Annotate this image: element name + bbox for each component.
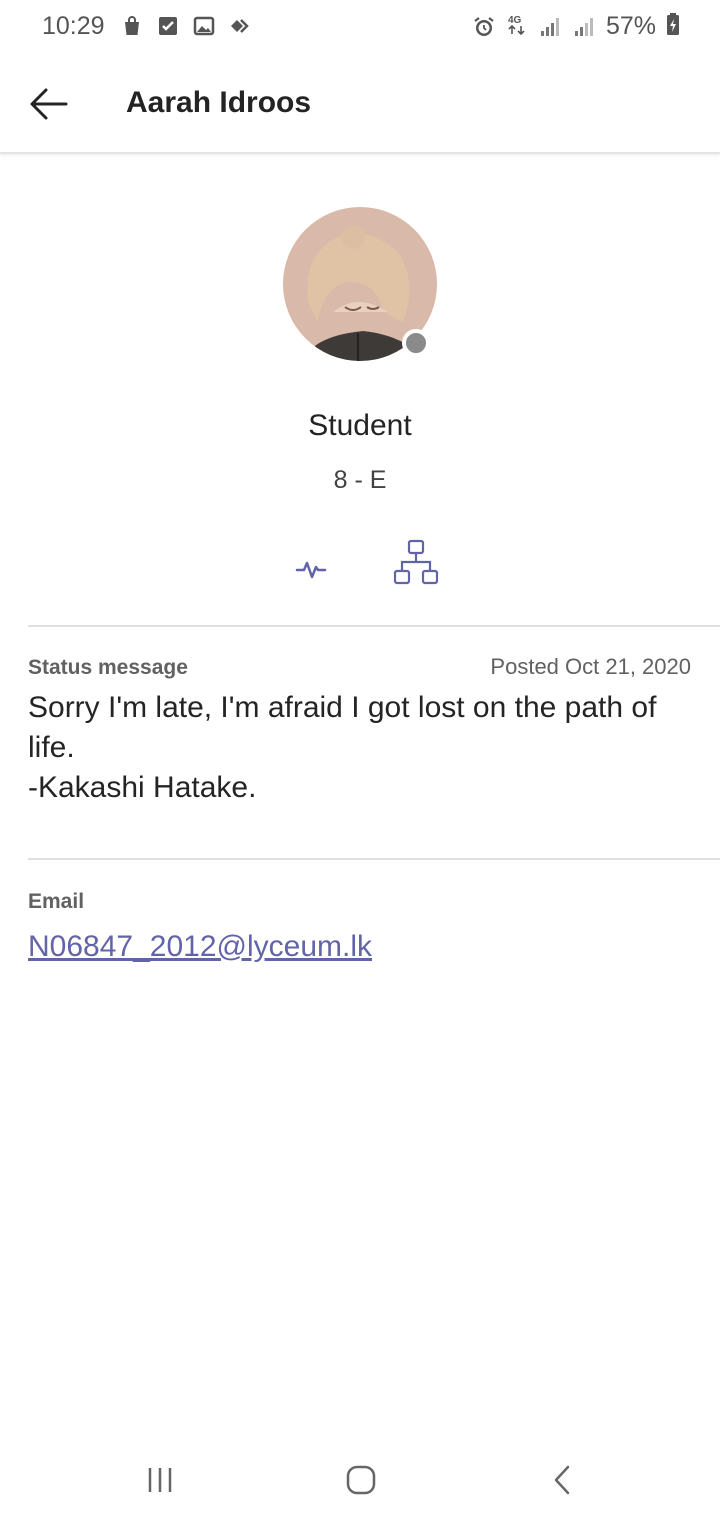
divider	[28, 625, 720, 627]
signal-icon	[572, 15, 596, 39]
battery-percentage: 57%	[605, 12, 656, 40]
system-icons: 4G 57%	[472, 12, 680, 41]
alarm-icon	[472, 15, 496, 39]
svg-text:4G: 4G	[508, 15, 522, 26]
presence-indicator	[402, 329, 430, 357]
arrow-left-icon	[30, 88, 68, 120]
status-bar: 10:29 4G 57%	[0, 0, 720, 56]
profile-avatar	[283, 207, 437, 361]
back-button[interactable]	[24, 80, 74, 130]
email-link[interactable]: N06847_2012@lyceum.lk	[28, 930, 372, 964]
network-4g-icon: 4G	[506, 12, 528, 41]
image-icon	[192, 14, 216, 38]
notification-icons	[120, 14, 252, 38]
status-message-text: Sorry I'm late, I'm afraid I got lost on…	[28, 691, 657, 804]
signal-icon	[538, 15, 562, 39]
status-posted-date: Posted Oct 21, 2020	[490, 654, 691, 679]
back-icon	[554, 1465, 570, 1495]
tag-icon	[228, 14, 252, 38]
nav-back-button[interactable]	[533, 1460, 593, 1500]
shopping-bag-icon	[120, 14, 144, 38]
clock: 10:29	[42, 12, 105, 40]
app-bar: Aarah Idroos	[0, 56, 720, 154]
org-chart-icon	[393, 539, 439, 585]
org-chart-button[interactable]	[388, 534, 444, 590]
recent-apps-button[interactable]	[130, 1460, 190, 1500]
activity-icon	[295, 561, 327, 579]
email-label: Email	[28, 890, 85, 913]
profile-group: 8 - E	[333, 466, 387, 494]
divider	[28, 858, 720, 860]
recent-apps-icon	[148, 1468, 172, 1492]
home-button[interactable]	[331, 1460, 391, 1500]
status-message-label: Status message	[28, 656, 188, 679]
home-icon	[346, 1465, 376, 1495]
battery-icon	[666, 12, 680, 41]
activity-button[interactable]	[283, 541, 339, 597]
checkbox-icon	[156, 14, 180, 38]
system-navigation-bar	[0, 1440, 720, 1520]
page-title: Aarah Idroos	[126, 86, 312, 119]
profile-role: Student	[308, 409, 412, 442]
